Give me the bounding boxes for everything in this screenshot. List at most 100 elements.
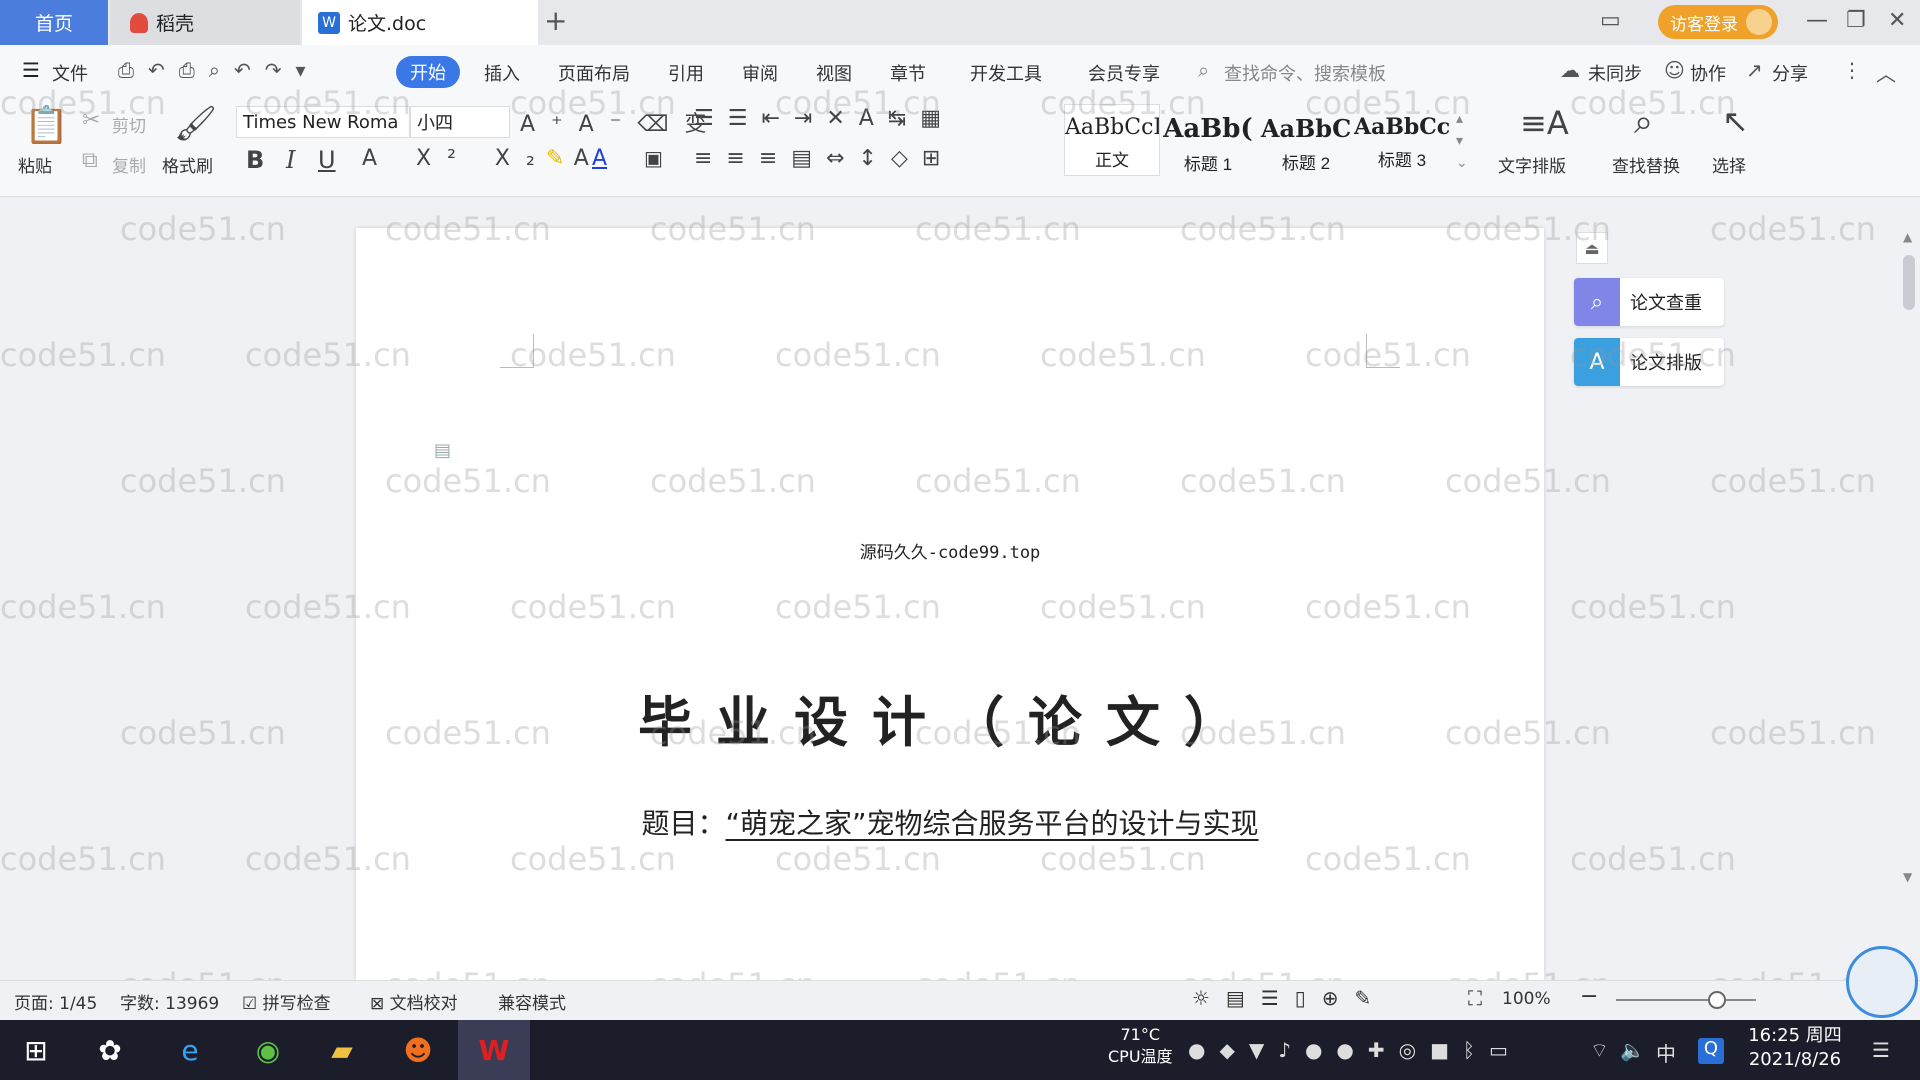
game-app-icon[interactable]: ☻ bbox=[398, 1030, 438, 1070]
close-icon[interactable]: ✕ bbox=[1888, 8, 1906, 33]
menu-page-layout[interactable]: 页面布局 bbox=[558, 60, 630, 86]
cpu-temperature: 71°C CPU温度 bbox=[1108, 1024, 1173, 1068]
zoom-slider[interactable] bbox=[1616, 999, 1756, 1001]
alignment-icons[interactable]: ≡≡≡▤⇔↕◇⊞ bbox=[694, 146, 954, 171]
document-page[interactable]: ▤ 源码久久-code99.top 毕业设计（论文） 题目：“萌宠之家”宠物综合… bbox=[356, 228, 1544, 980]
proofread-button[interactable]: ⊠ 文档校对 bbox=[370, 989, 458, 1014]
styles-scroll-icon[interactable]: ▴ ▾ ⌄ bbox=[1456, 108, 1468, 174]
menu-developer[interactable]: 开发工具 bbox=[970, 60, 1042, 86]
paste-label[interactable]: 粘贴 bbox=[18, 152, 52, 177]
menu-member[interactable]: 会员专享 bbox=[1088, 60, 1160, 86]
qq-input-icon[interactable]: Q bbox=[1698, 1038, 1724, 1064]
list-indent-icons[interactable]: ☰☰⇤⇥✕A↹▦ bbox=[694, 106, 955, 131]
pinwheel-app-icon[interactable]: ✿ bbox=[90, 1030, 130, 1070]
page-indicator[interactable]: 页面: 1/45 bbox=[14, 989, 97, 1014]
format-painter-label[interactable]: 格式刷 bbox=[162, 152, 213, 177]
style-heading-1-sample: AaBb( bbox=[1163, 114, 1253, 144]
style-heading-3[interactable]: AaBbCcl 标题 3 bbox=[1354, 104, 1450, 176]
share-button[interactable]: 分享 bbox=[1772, 60, 1808, 86]
underline-icon[interactable]: U bbox=[318, 146, 336, 174]
windows-start-icon[interactable]: ⊞ bbox=[16, 1030, 56, 1070]
menu-file[interactable]: 文件 bbox=[52, 60, 88, 86]
paragraph-icon[interactable]: ▤ bbox=[434, 440, 451, 461]
bold-icon[interactable]: B bbox=[246, 146, 264, 174]
copy-icon[interactable]: ⧉ bbox=[82, 148, 98, 173]
zoom-slider-knob[interactable] bbox=[1708, 991, 1726, 1009]
view-mode-icons[interactable]: ☼▤☰▯⊕✎ bbox=[1192, 986, 1387, 1010]
scroll-down-icon[interactable]: ▼ bbox=[1903, 870, 1912, 884]
style-heading-1[interactable]: AaBb( 标题 1 bbox=[1160, 104, 1256, 176]
font-tools-icons[interactable]: A⁺A⁻⌫变 bbox=[520, 106, 722, 138]
text-layout-icon[interactable]: ≡A bbox=[1520, 104, 1569, 142]
spell-check-button[interactable]: ☑ 拼写检查 bbox=[242, 989, 331, 1014]
highlight-icon[interactable]: ✎ bbox=[546, 146, 564, 171]
collab-icon: ☺ bbox=[1664, 58, 1685, 82]
notification-icon[interactable]: ☰ bbox=[1872, 1038, 1890, 1062]
ie-browser-icon[interactable]: e bbox=[170, 1030, 210, 1070]
assistant-avatar[interactable] bbox=[1846, 946, 1918, 1018]
font-name-select[interactable]: Times New Roma bbox=[236, 106, 410, 138]
layout-icon[interactable]: ▭ bbox=[1600, 8, 1621, 33]
collapse-ribbon-icon[interactable]: ︿ bbox=[1876, 58, 1896, 87]
zoom-out-icon[interactable]: − bbox=[1580, 984, 1598, 1009]
paper-check-button[interactable]: ⌕ 论文查重 bbox=[1574, 278, 1724, 326]
word-count[interactable]: 字数: 13969 bbox=[120, 989, 219, 1014]
font-color-icon[interactable]: A bbox=[592, 146, 607, 171]
panel-collapse-icon[interactable]: ⏏ bbox=[1576, 232, 1608, 264]
guest-login-button[interactable]: 访客登录 bbox=[1658, 5, 1778, 39]
vertical-scrollbar[interactable] bbox=[1898, 228, 1920, 980]
menu-review[interactable]: 审阅 bbox=[742, 60, 778, 86]
minimize-icon[interactable]: — bbox=[1806, 8, 1828, 33]
menu-start[interactable]: 开始 bbox=[396, 56, 460, 88]
italic-icon[interactable]: I bbox=[286, 146, 295, 174]
menu-insert[interactable]: 插入 bbox=[484, 60, 520, 86]
volume-icon[interactable]: 🔈 bbox=[1620, 1038, 1645, 1062]
wifi-icon[interactable]: ⌔ bbox=[1590, 1038, 1609, 1063]
command-search-input[interactable]: 查找命令、搜索模板 bbox=[1224, 60, 1386, 86]
menu-view[interactable]: 视图 bbox=[816, 60, 852, 86]
style-heading-2[interactable]: AaBbC 标题 2 bbox=[1258, 104, 1354, 176]
system-tray-icons[interactable]: ●◆▼♪●●✚◎■ᛒ▭ bbox=[1188, 1038, 1522, 1062]
char-border-icon[interactable]: ▣ bbox=[644, 146, 663, 170]
wps-writer-taskbar-icon[interactable]: W bbox=[458, 1020, 530, 1080]
format-painter-icon[interactable]: 🖌 bbox=[174, 104, 217, 144]
collab-button[interactable]: 协作 bbox=[1690, 60, 1726, 86]
ime-indicator[interactable]: 中 bbox=[1656, 1038, 1676, 1067]
zoom-level[interactable]: 100% bbox=[1502, 989, 1551, 1009]
font-size-select[interactable]: 小四 bbox=[410, 106, 510, 138]
hamburger-icon[interactable]: ☰ bbox=[22, 58, 40, 82]
select-cursor-icon[interactable]: ↖ bbox=[1722, 102, 1749, 140]
restore-icon[interactable]: ❐ bbox=[1846, 8, 1866, 33]
menu-chapter[interactable]: 章节 bbox=[890, 60, 926, 86]
file-explorer-icon[interactable]: ▰ bbox=[322, 1030, 362, 1070]
text-effects-icons[interactable]: A X² X₂ A bbox=[362, 146, 605, 171]
crop-mark-right bbox=[1366, 334, 1400, 368]
tab-document[interactable]: W 论文.doc bbox=[302, 0, 538, 45]
fit-page-icon[interactable]: ⛶ bbox=[1468, 986, 1482, 1010]
find-replace-icon[interactable]: ⌕ bbox=[1634, 102, 1653, 142]
watermark-text: code51.cn bbox=[120, 210, 286, 248]
paper-format-label: 论文排版 bbox=[1630, 353, 1702, 374]
tab-daoke[interactable]: 稻壳 bbox=[110, 0, 300, 45]
find-replace-label[interactable]: 查找替换 bbox=[1612, 152, 1680, 177]
text-layout-label[interactable]: 文字排版 bbox=[1498, 152, 1566, 177]
new-tab-button[interactable]: + bbox=[544, 4, 567, 37]
more-icon[interactable]: ⋮ bbox=[1842, 58, 1862, 82]
unsynced-button[interactable]: 未同步 bbox=[1588, 60, 1642, 86]
copy-label[interactable]: 复制 bbox=[112, 152, 146, 177]
paste-icon[interactable]: 📋 bbox=[24, 104, 69, 146]
browser-360-icon[interactable]: ◉ bbox=[248, 1030, 288, 1070]
watermark-text: code51.cn bbox=[120, 462, 286, 500]
quick-access-icons[interactable]: ⎙↶⎙⌕↶↷▾ bbox=[118, 58, 320, 82]
cut-label[interactable]: 剪切 bbox=[112, 112, 146, 137]
clock[interactable]: 16:25 周四 2021/8/26 bbox=[1740, 1024, 1850, 1072]
menu-references[interactable]: 引用 bbox=[668, 60, 704, 86]
style-normal[interactable]: AaBbCcI 正文 bbox=[1064, 104, 1160, 176]
scrollbar-thumb[interactable] bbox=[1903, 255, 1915, 310]
scissors-icon[interactable]: ✂ bbox=[82, 108, 100, 133]
select-label[interactable]: 选择 bbox=[1712, 152, 1746, 177]
paper-format-button[interactable]: A 论文排版 bbox=[1574, 338, 1724, 386]
tab-home[interactable]: 首页 bbox=[0, 0, 108, 45]
scroll-up-icon[interactable]: ▲ bbox=[1903, 230, 1912, 244]
word-doc-icon: W bbox=[318, 11, 340, 34]
